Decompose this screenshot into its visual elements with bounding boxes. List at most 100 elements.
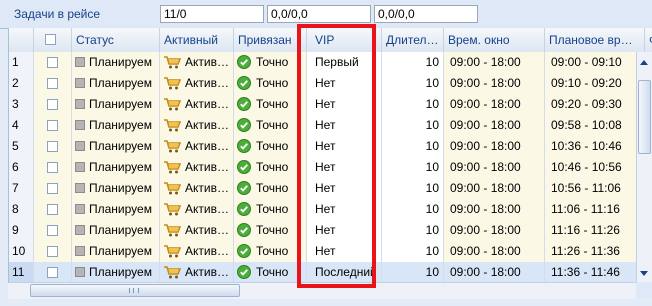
duration-cell[interactable]: 10: [382, 241, 444, 262]
time-window-cell[interactable]: 09:00 - 18:00: [444, 262, 545, 282]
row-select-cell[interactable]: [34, 262, 72, 282]
horizontal-scrollbar[interactable]: [8, 282, 636, 299]
status-cell[interactable]: Планируем: [72, 73, 160, 94]
active-cell[interactable]: Актив…: [160, 94, 234, 115]
vip-cell[interactable]: Нет: [307, 241, 382, 262]
bound-cell[interactable]: Точно: [234, 178, 307, 199]
planned-time-cell[interactable]: 09:58 - 10:08: [545, 115, 645, 136]
scroll-up-arrow-icon[interactable]: [640, 60, 648, 65]
table-row[interactable]: 7 Планируем Актив… Точно Нет 10 09:00 - 18:00 1…: [9, 178, 652, 200]
row-checkbox[interactable]: [47, 225, 58, 236]
row-checkbox[interactable]: [47, 183, 58, 194]
vip-cell[interactable]: Нет: [307, 199, 382, 220]
bound-cell[interactable]: Точно: [234, 94, 307, 115]
row-select-cell[interactable]: [34, 178, 72, 199]
header-status[interactable]: Статус: [72, 28, 160, 52]
row-checkbox[interactable]: [47, 78, 58, 89]
vip-cell[interactable]: Последний: [307, 262, 382, 282]
active-cell[interactable]: Актив…: [160, 220, 234, 241]
vip-cell[interactable]: Нет: [307, 220, 382, 241]
table-row[interactable]: 2 Планируем Актив… Точно Нет 10 09:00 - 18:00 0…: [9, 73, 652, 95]
planned-time-cell[interactable]: 11:26 - 11:36: [545, 241, 645, 262]
active-cell[interactable]: Актив…: [160, 241, 234, 262]
time-window-cell[interactable]: 09:00 - 18:00: [444, 136, 545, 157]
row-checkbox[interactable]: [47, 204, 58, 215]
header-time-window[interactable]: Врем. окно: [444, 28, 545, 52]
row-select-cell[interactable]: [34, 115, 72, 136]
planned-time-cell[interactable]: 10:46 - 10:56: [545, 157, 645, 178]
status-cell[interactable]: Планируем: [72, 199, 160, 220]
horizontal-scroll-thumb[interactable]: [30, 284, 240, 297]
active-cell[interactable]: Актив…: [160, 115, 234, 136]
duration-cell[interactable]: 10: [382, 52, 444, 73]
time-window-cell[interactable]: 09:00 - 18:00: [444, 178, 545, 199]
vip-cell[interactable]: Нет: [307, 178, 382, 199]
vip-cell[interactable]: Нет: [307, 115, 382, 136]
row-checkbox[interactable]: [47, 57, 58, 68]
scroll-down-arrow-icon[interactable]: [640, 271, 648, 276]
status-cell[interactable]: Планируем: [72, 52, 160, 73]
table-row[interactable]: 4 Планируем Актив… Точно Нет 10 09:00 - 18:00 0…: [9, 115, 652, 137]
table-row[interactable]: 1 Планируем Актив… Точно Первый 10 09:00 - 18:…: [9, 52, 652, 74]
planned-time-cell[interactable]: 09:20 - 09:30: [545, 94, 645, 115]
vip-cell[interactable]: Первый: [307, 52, 382, 73]
bound-cell[interactable]: Точно: [234, 115, 307, 136]
status-cell[interactable]: Планируем: [72, 220, 160, 241]
table-row[interactable]: 11 Планируем Актив… Точно Последний 10 09:00 -…: [9, 262, 652, 282]
duration-cell[interactable]: 10: [382, 199, 444, 220]
table-row[interactable]: 5 Планируем Актив… Точно Нет 10 09:00 - 18:00 1…: [9, 136, 652, 158]
time-window-cell[interactable]: 09:00 - 18:00: [444, 241, 545, 262]
planned-time-cell[interactable]: 11:16 - 11:26: [545, 220, 645, 241]
header-active[interactable]: Активный: [160, 28, 234, 52]
duration-cell[interactable]: 10: [382, 220, 444, 241]
bound-cell[interactable]: Точно: [234, 136, 307, 157]
active-cell[interactable]: Актив…: [160, 199, 234, 220]
status-cell[interactable]: Планируем: [72, 157, 160, 178]
active-cell[interactable]: Актив…: [160, 52, 234, 73]
duration-cell[interactable]: 10: [382, 94, 444, 115]
status-cell[interactable]: Планируем: [72, 262, 160, 282]
time-window-cell[interactable]: 09:00 - 18:00: [444, 199, 545, 220]
planned-time-cell[interactable]: 10:36 - 10:46: [545, 136, 645, 157]
time-window-cell[interactable]: 09:00 - 18:00: [444, 157, 545, 178]
row-checkbox[interactable]: [47, 267, 58, 278]
vip-cell[interactable]: Нет: [307, 157, 382, 178]
row-select-cell[interactable]: [34, 136, 72, 157]
row-checkbox[interactable]: [47, 246, 58, 257]
time-window-cell[interactable]: 09:00 - 18:00: [444, 94, 545, 115]
table-row[interactable]: 6 Планируем Актив… Точно Нет 10 09:00 - 18:00 1…: [9, 157, 652, 179]
row-select-cell[interactable]: [34, 52, 72, 73]
bound-cell[interactable]: Точно: [234, 73, 307, 94]
table-row[interactable]: 10 Планируем Актив… Точно Нет 10 09:00 - 18:00…: [9, 241, 652, 263]
duration-cell[interactable]: 10: [382, 73, 444, 94]
bound-cell[interactable]: Точно: [234, 220, 307, 241]
status-cell[interactable]: Планируем: [72, 241, 160, 262]
time-window-cell[interactable]: 09:00 - 18:00: [444, 115, 545, 136]
row-select-cell[interactable]: [34, 220, 72, 241]
time-window-cell[interactable]: 09:00 - 18:00: [444, 220, 545, 241]
table-row[interactable]: 3 Планируем Актив… Точно Нет 10 09:00 - 18:00 0…: [9, 94, 652, 116]
header-vip[interactable]: VIP: [307, 28, 382, 52]
active-cell[interactable]: Актив…: [160, 157, 234, 178]
duration-cell[interactable]: 10: [382, 262, 444, 282]
vip-cell[interactable]: Нет: [307, 73, 382, 94]
vertical-scroll-thumb[interactable]: [638, 80, 651, 154]
row-select-cell[interactable]: [34, 94, 72, 115]
status-cell[interactable]: Планируем: [72, 94, 160, 115]
active-cell[interactable]: Актив…: [160, 136, 234, 157]
row-select-cell[interactable]: [34, 241, 72, 262]
row-checkbox[interactable]: [47, 99, 58, 110]
active-cell[interactable]: Актив…: [160, 262, 234, 282]
planned-time-cell[interactable]: 11:36 - 11:46: [545, 262, 645, 282]
vip-cell[interactable]: Нет: [307, 136, 382, 157]
row-select-cell[interactable]: [34, 157, 72, 178]
planned-time-cell[interactable]: 09:00 - 09:10: [545, 52, 645, 73]
active-cell[interactable]: Актив…: [160, 73, 234, 94]
duration-cell[interactable]: 10: [382, 178, 444, 199]
row-select-cell[interactable]: [34, 73, 72, 94]
bound-cell[interactable]: Точно: [234, 157, 307, 178]
bound-cell[interactable]: Точно: [234, 262, 307, 282]
bound-cell[interactable]: Точно: [234, 52, 307, 73]
header-extra[interactable]: Ф: [645, 28, 652, 52]
table-row[interactable]: 8 Планируем Актив… Точно Нет 10 09:00 - 18:00 1…: [9, 199, 652, 221]
